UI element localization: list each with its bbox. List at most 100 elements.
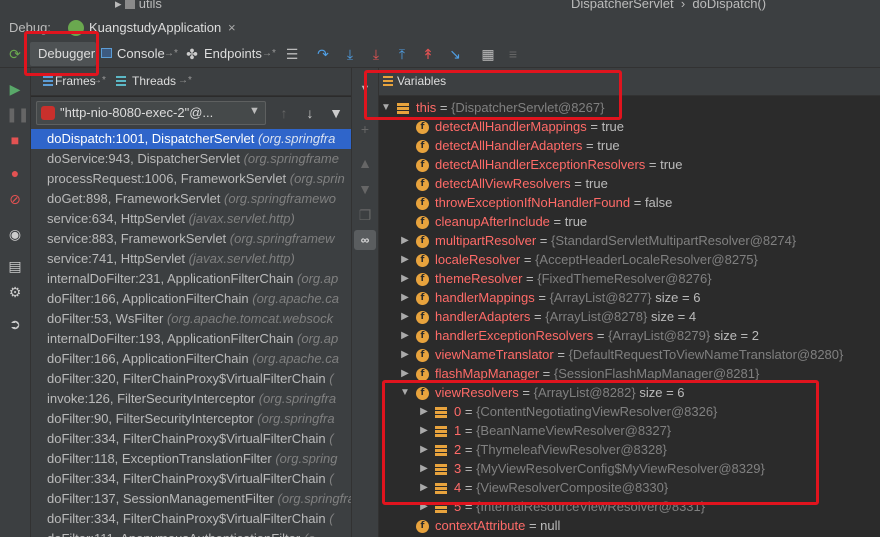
resume-icon[interactable]: ▶ xyxy=(6,80,24,98)
variable-row[interactable]: ▶ f localeResolver = {AcceptHeaderLocaleRe… xyxy=(401,250,758,269)
separator: = xyxy=(549,214,565,229)
step-over-icon[interactable]: ↷ xyxy=(314,45,332,63)
stack-frame[interactable]: doFilter:53, WsFilter (org.apache.tomcat… xyxy=(31,309,351,329)
pin-icon[interactable]: ➲ xyxy=(6,315,24,333)
variable-row[interactable]: ▶ f viewNameTranslator = {DefaultRequestTo… xyxy=(401,345,843,364)
variable-row[interactable]: ▶ f handlerExceptionResolvers = {ArrayList… xyxy=(401,326,759,345)
frame-package: (org.springfra xyxy=(258,391,337,406)
console-tab[interactable]: Console xyxy=(117,44,165,64)
breadcrumb[interactable]: DispatcherServlet › doDispatch() xyxy=(571,0,766,11)
stack-frame[interactable]: doFilter:90, FilterSecurityInterceptor (… xyxy=(31,409,351,429)
stack-frame[interactable]: doFilter:137, SessionManagementFilter (o… xyxy=(31,489,351,509)
add-watch-icon[interactable]: + xyxy=(356,120,374,138)
separator: = xyxy=(553,347,569,362)
menu-icon[interactable]: ☰ xyxy=(283,45,301,63)
frame-package: (org.apache.ca xyxy=(252,351,339,366)
view-breakpoints-icon[interactable]: ● xyxy=(6,164,24,182)
frame-package: (org.sprin xyxy=(289,171,345,186)
arrow-down-icon[interactable]: ↓ xyxy=(301,104,319,122)
up-arrow-icon[interactable]: ▲ xyxy=(356,154,374,172)
frame-package: ( xyxy=(329,471,334,486)
stack-frame[interactable]: doFilter:334, FilterChainProxy$VirtualFi… xyxy=(31,469,351,489)
copy-icon[interactable]: ❐ xyxy=(356,206,374,224)
frame-package: (org.springframew xyxy=(229,231,335,246)
stack-frame[interactable]: service:883, FrameworkServlet (org.sprin… xyxy=(31,229,351,249)
stack-frame[interactable]: service:741, HttpServlet (javax.servlet.… xyxy=(31,249,351,269)
collapsed-arrow-icon[interactable]: ▶ xyxy=(400,307,410,326)
endpoints-tab[interactable]: Endpoints xyxy=(204,44,262,64)
drop-frame-icon[interactable]: ↟ xyxy=(419,45,437,63)
stack-frame[interactable]: doFilter:334, FilterChainProxy$VirtualFi… xyxy=(31,429,351,449)
variable-row[interactable]: ▶ f themeResolver = {FixedThemeResolver@82… xyxy=(401,269,712,288)
variable-row[interactable]: ▶ f multipartResolver = {StandardServletMu… xyxy=(401,231,796,250)
collapsed-arrow-icon[interactable]: ▶ xyxy=(400,288,410,307)
settings-gear-icon[interactable]: ⚙ xyxy=(6,283,24,301)
collapsed-arrow-icon[interactable]: ▶ xyxy=(400,250,410,269)
stack-frame[interactable]: doFilter:166, ApplicationFilterChain (or… xyxy=(31,349,351,369)
arrow-up-icon[interactable]: ↑ xyxy=(275,104,293,122)
frame-method: doFilter:166, ApplicationFilterChain xyxy=(47,291,249,306)
field-name: throwExceptionIfNoHandlerFound xyxy=(435,195,631,210)
layout-icon[interactable]: ▤ xyxy=(6,257,24,275)
field-icon: f xyxy=(416,273,429,287)
stack-frame[interactable]: invoke:126, FilterSecurityInterceptor (o… xyxy=(31,389,351,409)
frame-method: doService:943, DispatcherServlet xyxy=(47,151,240,166)
show-watches-icon[interactable]: ∞ xyxy=(354,230,376,250)
field-name: detectAllHandlerAdapters xyxy=(435,138,583,153)
collapsed-arrow-icon[interactable]: ▶ xyxy=(400,231,410,250)
evaluate-expression-icon[interactable]: ▦ xyxy=(479,45,497,63)
separator: = xyxy=(536,233,551,248)
stack-frame[interactable]: doGet:898, FrameworkServlet (org.springf… xyxy=(31,189,351,209)
stack-frame[interactable]: doFilter:166, ApplicationFilterChain (or… xyxy=(31,289,351,309)
stack-frame[interactable]: service:634, HttpServlet (javax.servlet.… xyxy=(31,209,351,229)
frame-package: ( xyxy=(329,511,334,526)
pause-icon[interactable]: ❚❚ xyxy=(6,105,29,123)
field-ref: {ArrayList@8279} xyxy=(608,328,711,343)
frame-package: (org.springfra xyxy=(257,411,335,426)
trace-icon[interactable]: ≡ xyxy=(504,45,522,63)
variable-row[interactable]: f detectAllHandlerExceptionResolvers = tr… xyxy=(416,155,683,174)
variable-row[interactable]: f cleanupAfterInclude = true xyxy=(416,212,587,231)
stop-icon[interactable]: ■ xyxy=(6,131,24,149)
field-icon: f xyxy=(416,197,429,211)
stack-frame[interactable]: processRequest:1006, FrameworkServlet (o… xyxy=(31,169,351,189)
collapsed-arrow-icon[interactable]: ▶ xyxy=(400,269,410,288)
highlight-debugger-tab xyxy=(24,31,99,76)
breadcrumb-class[interactable]: DispatcherServlet xyxy=(571,0,674,11)
thread-dropdown[interactable]: "http-nio-8080-exec-2"@... ▼ xyxy=(36,101,266,125)
step-out-icon[interactable]: ⤒ xyxy=(393,45,411,63)
stack-frame[interactable]: internalDoFilter:231, ApplicationFilterC… xyxy=(31,269,351,289)
variable-row[interactable]: f detectAllHandlerAdapters = true xyxy=(416,136,620,155)
variable-row[interactable]: f throwExceptionIfNoHandlerFound = false xyxy=(416,193,672,212)
frame-method: doFilter:334, FilterChainProxy$VirtualFi… xyxy=(47,431,326,446)
stack-frame[interactable]: doFilter:320, FilterChainProxy$VirtualFi… xyxy=(31,369,351,389)
threads-tab[interactable]: Threads xyxy=(132,71,176,91)
camera-icon[interactable]: ◉ xyxy=(6,225,24,243)
variable-row[interactable]: ▶ f handlerMappings = {ArrayList@8277} siz… xyxy=(401,288,700,307)
collapsed-arrow-icon[interactable]: ▶ xyxy=(400,345,410,364)
field-ref: {ArrayList@8277} xyxy=(549,290,652,305)
stack-frame[interactable]: doDispatch:1001, DispatcherServlet (org.… xyxy=(31,129,351,149)
force-step-into-icon[interactable]: ⤓ xyxy=(367,45,385,63)
frames-icon xyxy=(43,76,53,87)
run-to-cursor-icon[interactable]: ↘ xyxy=(446,45,464,63)
collapsed-arrow-icon[interactable]: ▶ xyxy=(400,326,410,345)
breadcrumb-method[interactable]: doDispatch() xyxy=(692,0,766,11)
stack-frame[interactable]: doFilter:334, FilterChainProxy$VirtualFi… xyxy=(31,509,351,529)
filter-icon[interactable]: ▼ xyxy=(327,104,345,122)
stack-frame[interactable]: doService:943, DispatcherServlet (org.sp… xyxy=(31,149,351,169)
variable-row[interactable]: f contextAttribute = null xyxy=(416,516,560,535)
stack-frame[interactable]: doFilter:111, AnonymousAuthenticationFil… xyxy=(31,529,351,537)
variable-row[interactable]: ▶ f handlerAdapters = {ArrayList@8278} siz… xyxy=(401,307,696,326)
variable-row[interactable]: f detectAllViewResolvers = true xyxy=(416,174,608,193)
down-arrow-icon[interactable]: ▼ xyxy=(356,180,374,198)
tree-item-utils[interactable]: ▸ utils xyxy=(115,0,162,12)
rerun-icon[interactable]: ⟳ xyxy=(6,45,24,63)
mute-breakpoints-icon[interactable]: ⊘ xyxy=(6,190,24,208)
close-icon[interactable]: × xyxy=(228,20,236,35)
debug-actions-bar: ▶ ❚❚ ■ ● ⊘ ◉ ▤ ⚙ ➲ xyxy=(0,68,31,537)
stack-frame[interactable]: doFilter:118, ExceptionTranslationFilter… xyxy=(31,449,351,469)
step-into-icon[interactable]: ⤓ xyxy=(341,45,359,63)
debug-tab-app[interactable]: KuangstudyApplication xyxy=(89,20,221,35)
stack-frame[interactable]: internalDoFilter:193, ApplicationFilterC… xyxy=(31,329,351,349)
